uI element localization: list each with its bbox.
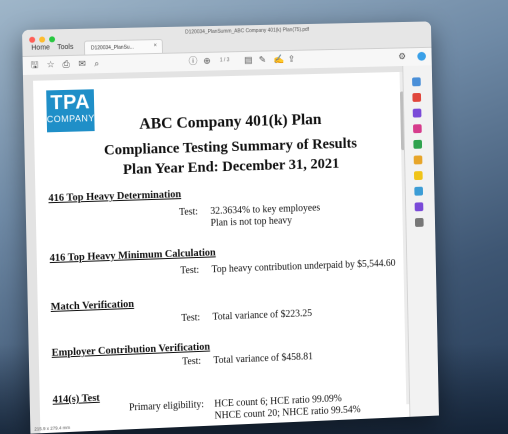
test-label: Test:	[182, 356, 201, 368]
star-icon[interactable]: ☆	[47, 59, 55, 69]
more-tools-icon[interactable]	[415, 218, 424, 227]
document-tab-label: D120034_PlanSu...	[91, 45, 134, 52]
test-label: Test:	[179, 206, 198, 217]
test-result: 32.3634% to key employees	[210, 203, 320, 217]
pen-icon[interactable]: ✎	[259, 54, 267, 64]
avatar[interactable]	[417, 52, 426, 61]
download-icon[interactable]: ⊕	[203, 56, 211, 66]
section-heading: 416 Top Heavy Minimum Calculation	[50, 247, 216, 264]
test-label: Test:	[180, 265, 199, 277]
nav-home[interactable]: Home	[31, 44, 50, 51]
help-icon[interactable]: ⓘ	[189, 56, 198, 66]
create-pdf-icon[interactable]	[413, 124, 422, 133]
mail-icon[interactable]: ✉	[78, 59, 86, 69]
test-label: Primary eligibility:	[129, 399, 204, 413]
window-controls	[29, 36, 55, 43]
combine-files-icon[interactable]	[414, 155, 423, 164]
section-heading: 414(s) Test	[53, 393, 100, 406]
tools-rail	[402, 65, 439, 416]
search-tool-icon[interactable]	[412, 77, 421, 86]
comment-tool-icon[interactable]	[413, 140, 422, 149]
test-result: Top heavy contribution underpaid by $5,5…	[211, 258, 395, 275]
page-indicator: 1 / 3	[220, 57, 230, 63]
nav-tools[interactable]: Tools	[57, 44, 73, 51]
save-icon[interactable]: 🖫	[31, 60, 39, 70]
maximize-window-button[interactable]	[49, 36, 55, 42]
minimize-window-button[interactable]	[39, 37, 45, 43]
plan-title: ABC Company 401(k) Plan	[44, 109, 414, 137]
protect-icon[interactable]	[415, 202, 424, 211]
section-heading: Match Verification	[51, 299, 135, 313]
window-title: D120034_PlanSumm_ABC Company 401(k) Plan…	[185, 27, 309, 36]
comment-icon[interactable]: ▤	[244, 55, 252, 65]
zoom-icon[interactable]: ⌕	[94, 58, 99, 68]
settings-icon[interactable]: ⚙	[398, 51, 406, 61]
test-result: Total variance of $223.25	[212, 308, 312, 323]
test-result: Plan is not top heavy	[210, 215, 292, 229]
edit-pdf-icon[interactable]	[413, 109, 422, 118]
share-icon[interactable]: ⇪	[288, 54, 295, 64]
pdf-viewer-window: D120034_PlanSumm_ABC Company 401(k) Plan…	[22, 21, 439, 433]
test-result: Total variance of $458.81	[213, 351, 313, 366]
export-pdf-icon[interactable]	[412, 93, 421, 102]
test-label: Test:	[181, 312, 200, 324]
sign-icon[interactable]: ✍	[273, 54, 284, 64]
print-icon[interactable]: ⎙	[62, 59, 69, 69]
send-track-icon[interactable]	[414, 187, 423, 196]
document-tab[interactable]: D120034_PlanSu... ×	[84, 39, 163, 55]
document-area[interactable]: TPA COMPANY ABC Company 401(k) Plan Comp…	[23, 66, 410, 434]
close-window-button[interactable]	[29, 37, 35, 43]
pdf-page: TPA COMPANY ABC Company 401(k) Plan Comp…	[33, 72, 411, 434]
organize-pages-icon[interactable]	[414, 171, 423, 180]
tab-close-icon[interactable]: ×	[153, 43, 157, 49]
section-heading: 416 Top Heavy Determination	[48, 189, 181, 204]
